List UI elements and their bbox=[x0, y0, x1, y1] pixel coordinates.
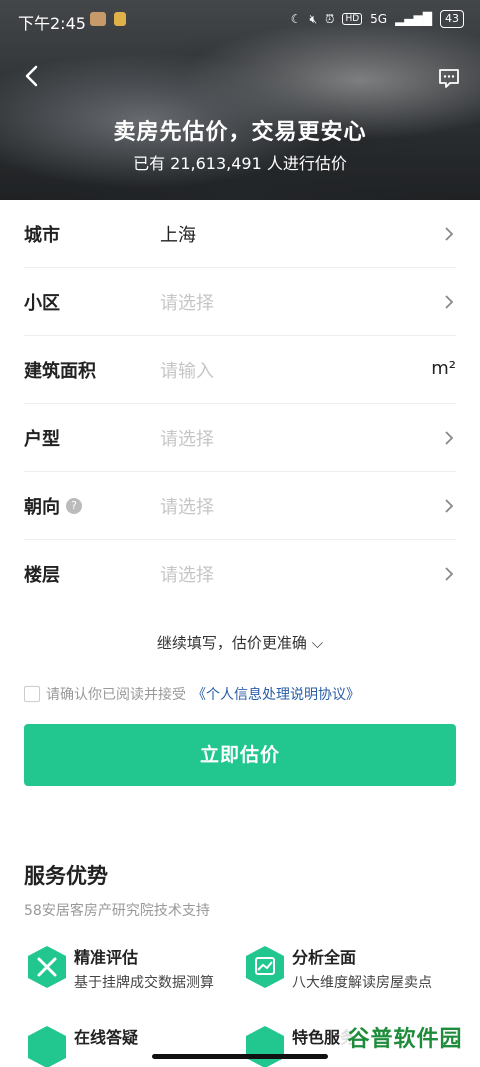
mute-icon: 🔇︎ bbox=[309, 11, 318, 26]
battery-icon: 43 bbox=[440, 10, 464, 28]
signal-label: 5G bbox=[370, 12, 388, 26]
floor-label: 楼层 bbox=[24, 565, 60, 586]
feature-desc: 八大维度解读房屋卖点 bbox=[292, 975, 432, 991]
community-label: 小区 bbox=[24, 292, 60, 314]
feature-desc: 基于挂牌成交数据测算 bbox=[74, 975, 214, 991]
chevron-right-icon bbox=[445, 499, 454, 513]
message-icon[interactable] bbox=[438, 68, 460, 88]
chevron-right-icon bbox=[445, 295, 454, 309]
tools-icon bbox=[28, 946, 66, 988]
orientation-label: 朝向? bbox=[24, 493, 160, 519]
signal-icon: ▂▄▆█ bbox=[395, 12, 432, 26]
layout-label: 户型 bbox=[24, 428, 60, 450]
app-notification-icon bbox=[90, 12, 106, 26]
city-value: 上海 bbox=[160, 224, 196, 246]
privacy-agreement-link[interactable]: 《个人信息处理说明协议》 bbox=[192, 684, 360, 704]
page-title: 卖房先估价，交易更安心 bbox=[113, 120, 367, 145]
area-unit: m² bbox=[431, 358, 456, 379]
help-icon[interactable]: ? bbox=[66, 497, 82, 514]
feature-name: 精准评估 bbox=[74, 948, 139, 967]
floor-select: 请选择 bbox=[160, 565, 214, 586]
area-label: 建筑面积 bbox=[24, 360, 96, 382]
chevron-right-icon bbox=[445, 567, 454, 581]
valuation-count: 已有 21,613,491 人进行估价 bbox=[133, 154, 347, 173]
back-arrow-icon[interactable] bbox=[22, 64, 42, 88]
agreement-text: 请确认你已阅读并接受 bbox=[46, 687, 186, 703]
chevron-right-icon bbox=[445, 431, 454, 445]
valuation-form: 城市 上海 小区 请选择 建筑面积 请输入 m² 户型 请选择 朝向? 请选择 … bbox=[24, 200, 456, 608]
expand-more-fields[interactable]: 继续填写，估价更准确 ⌵ bbox=[0, 632, 480, 653]
orientation-row[interactable]: 朝向? 请选择 bbox=[24, 472, 456, 540]
layout-select: 请选择 bbox=[160, 428, 214, 450]
status-time: 下午2:45 bbox=[18, 14, 86, 33]
chart-icon bbox=[246, 946, 284, 988]
orientation-select: 请选择 bbox=[160, 496, 214, 518]
area-row[interactable]: 建筑面积 请输入 m² bbox=[24, 336, 456, 404]
community-select: 请选择 bbox=[160, 292, 214, 314]
hd-icon: HD bbox=[342, 13, 363, 25]
city-row[interactable]: 城市 上海 bbox=[24, 200, 456, 268]
status-bar: 下午2:45 ☾ 🔇︎ ⏰︎ HD 5G ▂▄▆█ 43 bbox=[0, 0, 480, 40]
document-icon bbox=[246, 1026, 284, 1067]
agreement-checkbox[interactable] bbox=[24, 686, 40, 702]
estimate-button[interactable]: 立即估价 bbox=[24, 724, 456, 786]
chat-icon bbox=[28, 1026, 66, 1067]
home-indicator[interactable] bbox=[152, 1054, 328, 1059]
status-icons: ☾ 🔇︎ ⏰︎ HD 5G ▂▄▆█ 43 bbox=[291, 10, 464, 28]
message-notification-icon bbox=[114, 12, 126, 26]
moon-icon: ☾ bbox=[290, 12, 302, 26]
service-title: 服务优势 bbox=[24, 864, 108, 888]
feature-name: 在线答疑 bbox=[74, 1028, 139, 1047]
feature-name: 分析全面 bbox=[292, 948, 357, 967]
city-label: 城市 bbox=[24, 224, 60, 246]
service-subtitle: 58安居客房产研究院技术支持 bbox=[24, 903, 210, 919]
alarm-icon: ⏰︎ bbox=[325, 11, 335, 26]
watermark-logo: 谷普软件园 bbox=[340, 1016, 470, 1058]
agreement-row: 请确认你已阅读并接受 《个人信息处理说明协议》 bbox=[24, 684, 360, 704]
area-input[interactable]: 请输入 bbox=[160, 357, 456, 383]
layout-row[interactable]: 户型 请选择 bbox=[24, 404, 456, 472]
chevron-right-icon bbox=[445, 227, 454, 241]
community-row[interactable]: 小区 请选择 bbox=[24, 268, 456, 336]
floor-row[interactable]: 楼层 请选择 bbox=[24, 540, 456, 608]
